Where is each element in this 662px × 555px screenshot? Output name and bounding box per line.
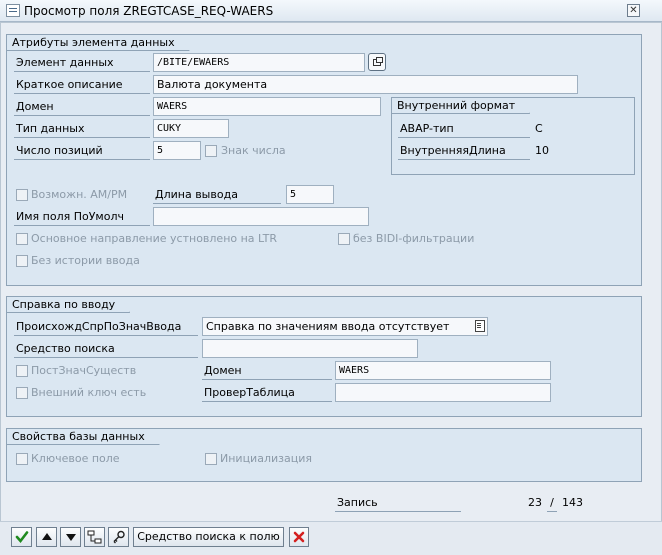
checkmark-icon <box>15 531 28 544</box>
dropdown-list-icon[interactable] <box>473 319 486 333</box>
initial-values-checkbox[interactable] <box>205 453 217 465</box>
bidi-checkbox[interactable] <box>338 233 350 245</box>
datatype-field[interactable]: CUKY <box>153 119 229 138</box>
technical-info-button[interactable] <box>108 527 129 547</box>
fixed-values-checkbox[interactable] <box>16 365 28 377</box>
cancel-button[interactable] <box>289 527 309 547</box>
abap-type-label: ABAP-тип <box>398 119 530 138</box>
next-entry-button[interactable] <box>60 527 81 547</box>
help-domain-label: Домен <box>202 361 332 380</box>
confirm-button[interactable] <box>11 527 32 547</box>
attributes-group-title: Атрибуты элемента данных <box>7 35 190 51</box>
fixed-values-label: ПостЗначСуществ <box>31 364 137 377</box>
navigate-button[interactable] <box>368 53 386 71</box>
internal-length-label: ВнутренняяДлина <box>398 141 530 160</box>
positions-label: Число позиций <box>14 141 150 160</box>
key-field-checkbox[interactable] <box>16 453 28 465</box>
short-description-field[interactable]: Валюта документа <box>153 75 578 94</box>
ampm-label: Возможн. AM/PM <box>31 188 128 201</box>
help-origin-label: ПроисхождСпрПоЗначВвода <box>14 317 198 336</box>
data-element-label: Элемент данных <box>14 53 150 72</box>
search-help-label: Средство поиска <box>14 339 198 358</box>
domain-label: Домен <box>14 97 150 116</box>
initial-values-label: Инициализация <box>220 452 312 465</box>
help-domain-field[interactable]: WAERS <box>335 361 551 380</box>
internal-length-value: 10 <box>535 144 549 157</box>
hierarchy-icon <box>87 530 102 544</box>
db-properties-title: Свойства базы данных <box>7 429 160 445</box>
sign-checkbox[interactable] <box>205 145 217 157</box>
previous-entry-button[interactable] <box>36 527 57 547</box>
parameter-id-field[interactable] <box>153 207 369 226</box>
bottom-toolbar: Средство поиска к полю <box>0 521 662 555</box>
window-icon <box>6 4 20 17</box>
arrow-up-icon <box>42 533 52 540</box>
parameter-id-label: Имя поля ПоУмолч <box>14 207 150 226</box>
positions-field[interactable]: 5 <box>153 141 201 160</box>
search-help-field[interactable] <box>202 339 418 358</box>
window-title: Просмотр поля ZREGTCASE_REQ-WAERS <box>24 4 274 18</box>
record-label: Запись <box>335 493 461 512</box>
data-element-field[interactable]: /BITE/EWAERS <box>153 53 365 72</box>
title-bar: Просмотр поля ZREGTCASE_REQ-WAERS ✕ <box>0 0 662 22</box>
history-label: Без истории ввода <box>31 254 140 267</box>
short-description-label: Краткое описание <box>14 75 150 94</box>
output-length-label: Длина вывода <box>153 185 281 204</box>
foreign-key-checkbox[interactable] <box>16 387 28 399</box>
internal-format-title: Внутренний формат <box>392 98 530 114</box>
history-checkbox[interactable] <box>16 255 28 267</box>
domain-field[interactable]: WAERS <box>153 97 381 116</box>
record-separator: / <box>547 493 557 512</box>
sign-label: Знак числа <box>221 144 286 157</box>
abap-type-value: C <box>535 122 543 135</box>
cancel-icon <box>293 531 305 543</box>
check-table-label: ПроверТаблица <box>202 383 332 402</box>
arrow-down-icon <box>66 534 76 541</box>
hierarchy-button[interactable] <box>84 527 105 547</box>
foreign-key-label: Внешний ключ есть <box>31 386 147 399</box>
input-help-title: Справка по вводу <box>7 297 130 313</box>
ltr-label: Основное направление устновлено на LTR <box>31 232 278 245</box>
output-length-field[interactable]: 5 <box>286 185 334 204</box>
ampm-checkbox[interactable] <box>16 189 28 201</box>
check-table-field[interactable] <box>335 383 551 402</box>
ltr-checkbox[interactable] <box>16 233 28 245</box>
record-total: 143 <box>562 496 583 509</box>
close-icon[interactable]: ✕ <box>627 4 640 17</box>
key-icon <box>113 530 125 544</box>
key-field-label: Ключевое поле <box>31 452 120 465</box>
record-current: 23 <box>528 496 542 509</box>
bidi-label: без BIDI-фильтрации <box>353 232 475 245</box>
help-origin-field[interactable]: Справка по значениям ввода отсутствует <box>202 317 488 336</box>
datatype-label: Тип данных <box>14 119 150 138</box>
search-help-for-field-button[interactable]: Средство поиска к полю <box>133 527 284 547</box>
